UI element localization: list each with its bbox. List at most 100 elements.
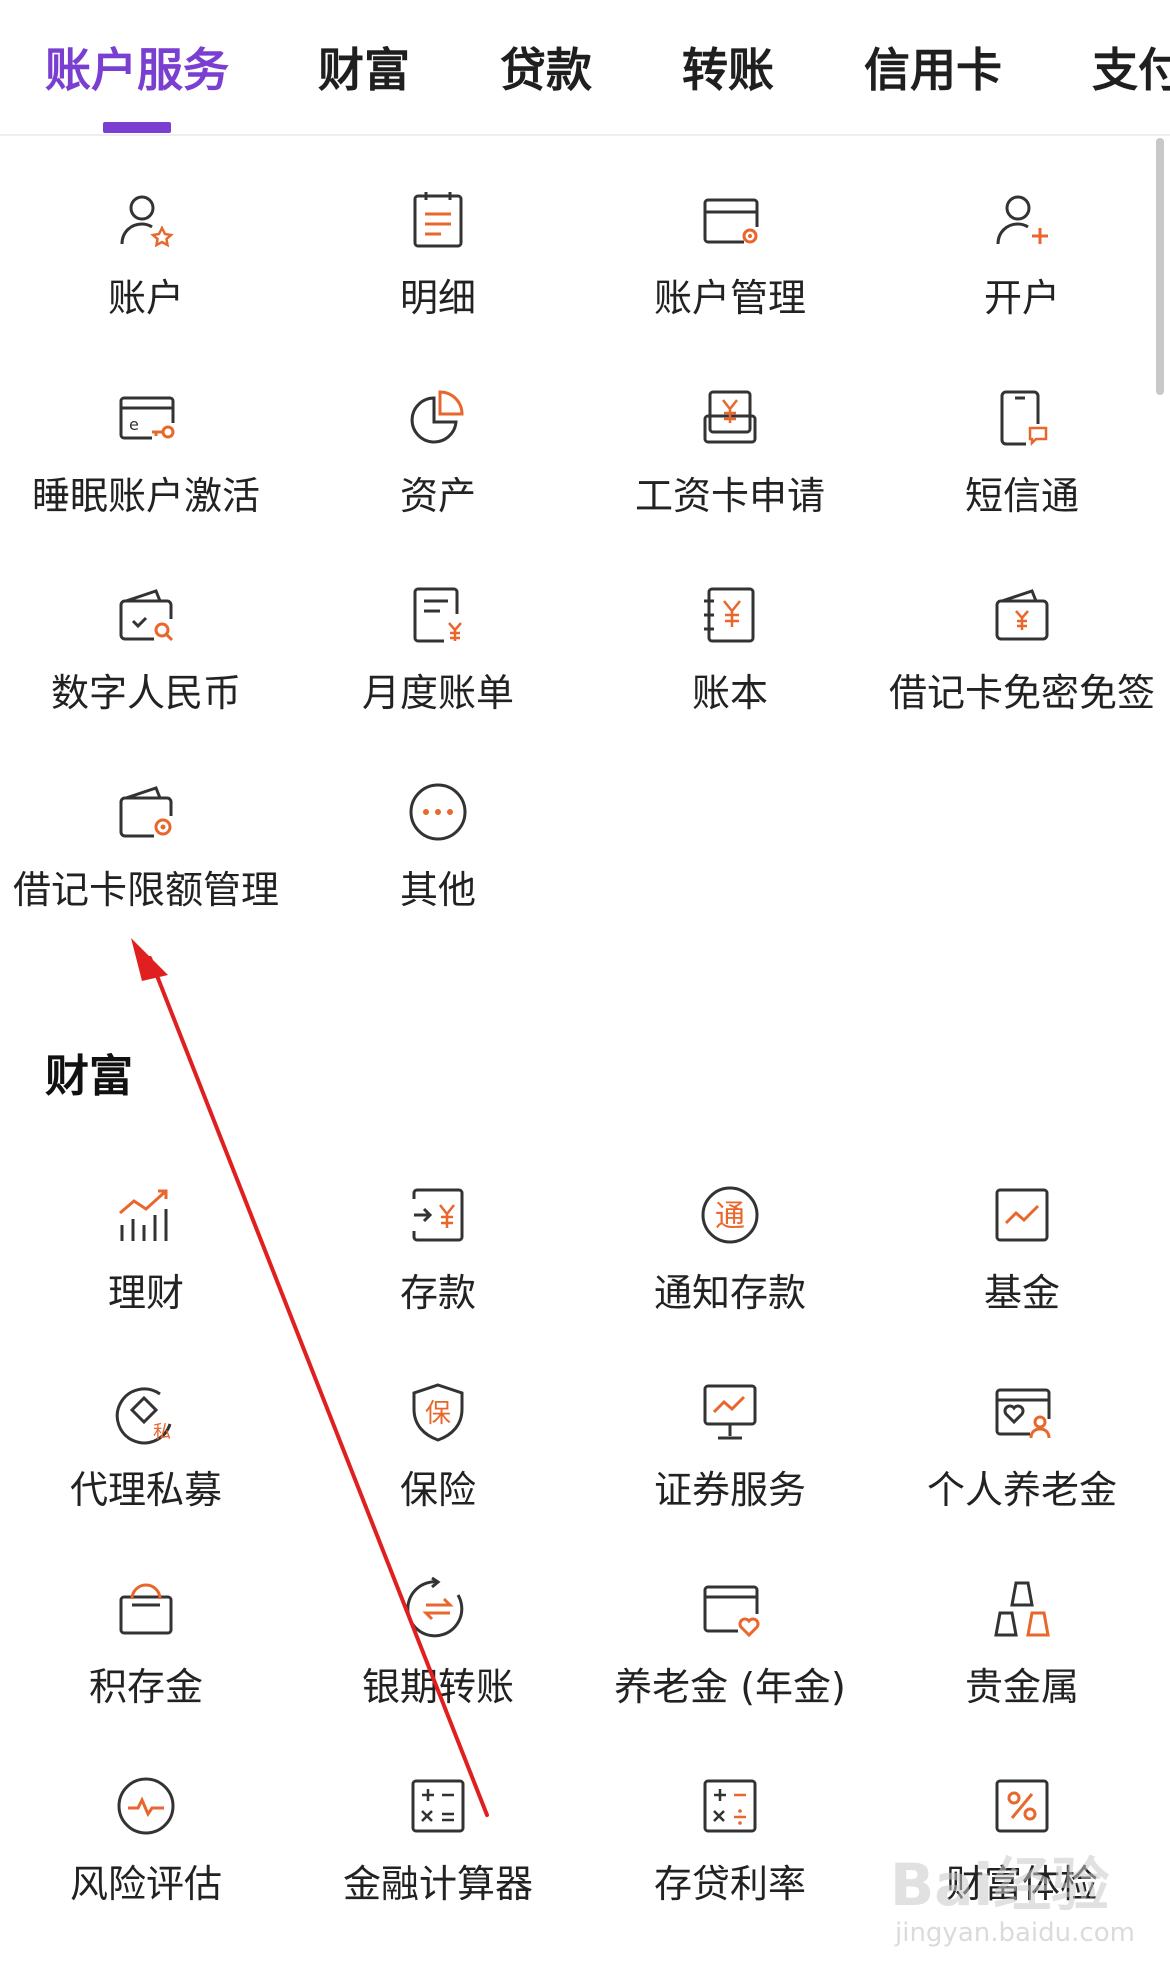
wealth-item-fund[interactable]: 基金: [876, 1185, 1168, 1355]
svg-text:通: 通: [715, 1199, 745, 1234]
wealth-item-financing[interactable]: 理财: [0, 1185, 292, 1355]
wealth-item-pension-annuity[interactable]: 养老金 (年金): [584, 1579, 876, 1749]
tab-transfer[interactable]: 转账: [682, 40, 774, 100]
service-label: 其他: [399, 868, 476, 912]
tab-payment[interactable]: 支付: [1092, 40, 1170, 100]
service-label: 积存金: [88, 1665, 203, 1709]
service-dormant-activation[interactable]: e 睡眠账户激活: [0, 388, 292, 558]
pulse-icon: [117, 1777, 175, 1835]
tab-credit-card[interactable]: 信用卡: [864, 40, 1002, 100]
service-account[interactable]: 账户: [0, 190, 292, 360]
service-label: 明细: [399, 276, 476, 320]
wealth-item-personal-pension[interactable]: 个人养老金: [876, 1382, 1168, 1552]
wealth-item-private-fund[interactable]: 私 代理私募: [0, 1382, 292, 1552]
service-label: 月度账单: [361, 671, 514, 715]
wealth-item-interest-rates[interactable]: 存贷利率: [584, 1776, 876, 1946]
service-label: 通知存款: [653, 1271, 806, 1315]
service-label: 理财: [107, 1271, 184, 1315]
growth-chart-icon: [119, 1189, 168, 1241]
service-label: 金融计算器: [342, 1862, 533, 1906]
ledger-yuan-icon: [704, 587, 755, 643]
category-tab-bar: 账户服务 财富 贷款 转账 信用卡 支付: [0, 0, 1170, 136]
notice-deposit-icon: 通: [701, 1186, 759, 1244]
service-label: 短信通: [964, 474, 1079, 518]
service-label: 贵金属: [964, 1665, 1079, 1709]
rate-calculator-icon: [703, 1779, 757, 1833]
wallet-gear-icon: [119, 786, 173, 838]
svg-text:保: 保: [425, 1399, 451, 1429]
calendar-list-icon: [413, 192, 463, 248]
service-details[interactable]: 明细: [292, 190, 584, 360]
service-label: 基金: [983, 1271, 1060, 1315]
user-plus-icon: [996, 195, 1048, 245]
service-label: 存贷利率: [653, 1862, 806, 1906]
service-label: 个人养老金: [926, 1468, 1117, 1512]
calculator-icon: [411, 1779, 465, 1833]
service-label: 证券服务: [653, 1468, 806, 1512]
more-dots-icon: [409, 783, 467, 841]
service-label: 银期转账: [361, 1665, 514, 1709]
service-label: 开户: [983, 276, 1060, 320]
tab-wealth[interactable]: 财富: [318, 40, 410, 100]
salary-card-icon: [703, 390, 757, 444]
service-label: 存款: [399, 1271, 476, 1315]
service-salary-card[interactable]: 工资卡申请: [584, 388, 876, 558]
service-label: 睡眠账户激活: [31, 474, 260, 518]
pension-card-icon: [995, 1388, 1051, 1439]
service-other[interactable]: 其他: [292, 782, 584, 952]
service-monthly-bill[interactable]: 月度账单: [292, 585, 584, 755]
card-key-icon: e: [119, 396, 175, 440]
tab-account-service[interactable]: 账户服务: [45, 40, 229, 100]
wealth-item-gold-accumulation[interactable]: 积存金: [0, 1579, 292, 1749]
fund-chart-icon: [995, 1188, 1049, 1242]
service-digital-rmb[interactable]: 数字人民币: [0, 585, 292, 755]
service-label: 借记卡免密免签: [888, 671, 1155, 715]
wealth-item-precious-metals[interactable]: 贵金属: [876, 1579, 1168, 1749]
insurance-shield-icon: 保: [412, 1383, 464, 1442]
service-label: 养老金 (年金): [614, 1665, 846, 1709]
private-fund-icon: 私: [115, 1387, 172, 1445]
wealth-item-deposit[interactable]: 存款: [292, 1185, 584, 1355]
user-star-icon: [120, 195, 174, 248]
service-label: 借记卡限额管理: [12, 868, 279, 912]
service-label: 工资卡申请: [634, 474, 825, 518]
wallet-yuan-icon: [995, 589, 1049, 641]
gold-bars-icon: [994, 1581, 1050, 1637]
service-debit-card-limit[interactable]: 借记卡限额管理: [0, 782, 292, 952]
wealth-item-risk-assessment[interactable]: 风险评估: [0, 1776, 292, 1946]
service-label: 账本: [691, 671, 768, 715]
wealth-item-financial-calculator[interactable]: 金融计算器: [292, 1776, 584, 1946]
section-title-wealth: 财富: [45, 1051, 133, 1102]
card-heart-icon: [703, 1585, 760, 1638]
phone-message-icon: [1000, 390, 1048, 447]
service-account-management[interactable]: 账户管理: [584, 190, 876, 360]
service-label: 风险评估: [69, 1862, 222, 1906]
service-ledger[interactable]: 账本: [584, 585, 876, 755]
service-label: 资产: [399, 474, 476, 518]
service-label: 保险: [399, 1468, 476, 1512]
svg-text:私: 私: [153, 1422, 171, 1443]
deposit-icon: [412, 1188, 464, 1242]
exchange-icon: [406, 1576, 464, 1638]
tab-loans[interactable]: 贷款: [500, 40, 592, 100]
service-label: 账户: [107, 276, 184, 320]
monitor-chart-icon: [703, 1384, 757, 1440]
service-debit-card-password-free[interactable]: 借记卡免密免签: [876, 585, 1168, 755]
card-gear-icon: [703, 198, 759, 244]
bill-yuan-icon: [413, 587, 462, 643]
wealth-item-insurance[interactable]: 保 保险: [292, 1382, 584, 1552]
gold-box-icon: [119, 1583, 173, 1635]
service-label: 账户管理: [653, 276, 806, 320]
service-open-account[interactable]: 开户: [876, 190, 1168, 360]
active-tab-indicator: [103, 122, 171, 133]
service-assets[interactable]: 资产: [292, 388, 584, 558]
wealth-item-bank-futures-transfer[interactable]: 银期转账: [292, 1576, 584, 1749]
wealth-item-securities[interactable]: 证券服务: [584, 1382, 876, 1552]
pie-chart-icon: [410, 390, 464, 444]
watermark-logo: Bai经验: [890, 1851, 1110, 1919]
wallet-search-icon: [119, 589, 174, 642]
wealth-item-notice-deposit[interactable]: 通 通知存款: [584, 1185, 876, 1355]
service-sms[interactable]: 短信通: [876, 388, 1168, 558]
svg-text:e: e: [129, 415, 139, 434]
watermark-url: jingyan.baidu.com: [895, 1918, 1135, 1948]
